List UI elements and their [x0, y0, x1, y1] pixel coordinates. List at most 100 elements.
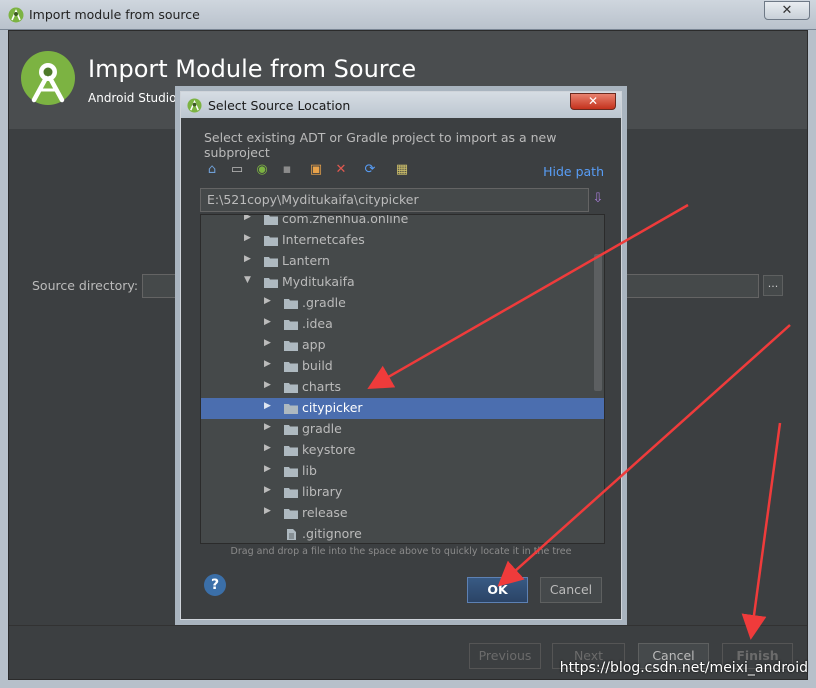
folder-icon	[264, 215, 278, 225]
collapsed-arrow-icon[interactable]: ▶	[264, 359, 274, 369]
page-subtitle: Android Studio	[88, 91, 177, 105]
expanded-arrow-icon[interactable]: ▼	[244, 275, 254, 285]
hide-path-link[interactable]: Hide path	[543, 164, 604, 179]
tree-item-label: lib	[302, 463, 317, 478]
module-icon[interactable]: ▪	[277, 160, 297, 180]
collapsed-arrow-icon[interactable]: ▶	[264, 506, 274, 516]
tree-folder-item[interactable]: ▶ charts	[201, 377, 604, 398]
tree-folder-item[interactable]: ▶ Internetcafes	[201, 230, 604, 251]
folder-icon	[284, 509, 298, 519]
tree-item-label: .gradle	[302, 295, 346, 310]
tree-folder-item[interactable]: ▶ Lantern	[201, 251, 604, 272]
desktop-icon[interactable]: ▭	[227, 160, 247, 180]
tree-item-label: build	[302, 358, 333, 373]
folder-icon	[284, 467, 298, 477]
source-directory-label: Source directory:	[32, 278, 139, 293]
tree-item-label: Internetcafes	[282, 232, 365, 247]
tree-folder-item[interactable]: ▶ build	[201, 356, 604, 377]
tree-item-label: library	[302, 484, 343, 499]
dialog-cancel-button[interactable]: Cancel	[540, 577, 602, 603]
android-project-icon[interactable]: ◉	[252, 160, 272, 180]
folder-icon	[284, 488, 298, 498]
tree-folder-item[interactable]: ▶ gradle	[201, 419, 604, 440]
file-icon	[287, 529, 296, 540]
path-input[interactable]: E:\521copy\Myditukaifa\citypicker	[200, 188, 589, 212]
collapsed-arrow-icon[interactable]: ▶	[244, 215, 254, 222]
tree-folder-item[interactable]: ▶ release	[201, 503, 604, 524]
tree-file-item[interactable]: .gitignore	[201, 524, 604, 543]
show-hidden-icon[interactable]: ▦	[392, 160, 412, 180]
tree-scrollbar-thumb[interactable]	[594, 254, 602, 391]
android-studio-icon	[8, 7, 24, 23]
dialog-close-button[interactable]: ✕	[570, 93, 616, 110]
folder-icon	[284, 446, 298, 456]
watermark: https://blog.csdn.net/meixi_android	[559, 660, 808, 676]
page-title: Import Module from Source	[88, 55, 417, 83]
tree-folder-item[interactable]: ▶ com.zhenhua.online	[201, 214, 604, 230]
refresh-icon[interactable]: ⟳	[360, 160, 380, 180]
tree-folder-item[interactable]: ▶ app	[201, 335, 604, 356]
tree-item-label: .gitignore	[302, 526, 362, 541]
folder-icon	[264, 257, 278, 267]
delete-icon[interactable]: ✕	[331, 160, 351, 180]
footer-divider	[9, 625, 807, 626]
tree-folder-item[interactable]: ▼ Myditukaifa	[201, 272, 604, 293]
tree-item-label: citypicker	[302, 400, 363, 415]
window-title: Import module from source	[29, 7, 200, 22]
tree-item-label: Myditukaifa	[282, 274, 355, 289]
ok-button[interactable]: OK	[467, 577, 528, 603]
help-button[interactable]: ?	[204, 574, 226, 596]
collapsed-arrow-icon[interactable]: ▶	[264, 401, 274, 411]
collapsed-arrow-icon[interactable]: ▶	[264, 380, 274, 390]
folder-icon	[284, 299, 298, 309]
tree-folder-item[interactable]: ▶ library	[201, 482, 604, 503]
tree-folder-item[interactable]: ▶ .idea	[201, 314, 604, 335]
frame-border	[808, 30, 816, 688]
collapsed-arrow-icon[interactable]: ▶	[244, 254, 254, 264]
folder-icon	[264, 278, 278, 288]
collapsed-arrow-icon[interactable]: ▶	[264, 338, 274, 348]
drag-drop-hint: Drag and drop a file into the space abov…	[230, 546, 572, 557]
android-studio-logo	[21, 51, 75, 105]
collapsed-arrow-icon[interactable]: ▶	[264, 464, 274, 474]
tree-folder-item[interactable]: ▶ .gradle	[201, 293, 604, 314]
tree-item-label: app	[302, 337, 326, 352]
collapsed-arrow-icon[interactable]: ▶	[264, 422, 274, 432]
tree-item-label: charts	[302, 379, 342, 394]
previous-button[interactable]: Previous	[469, 643, 541, 669]
tree-item-label: keystore	[302, 442, 356, 457]
collapsed-arrow-icon[interactable]: ▶	[264, 485, 274, 495]
tree-item-label: release	[302, 505, 348, 520]
tree-folder-item[interactable]: ▶ keystore	[201, 440, 604, 461]
folder-icon	[284, 362, 298, 372]
home-icon[interactable]: ⌂	[202, 160, 222, 180]
window-close-button[interactable]: ✕	[764, 1, 810, 20]
tree-item-label: com.zhenhua.online	[282, 214, 409, 226]
frame-border	[0, 30, 8, 688]
tree-folder-item[interactable]: ▶ citypicker	[201, 398, 604, 419]
dialog-titlebar: Select Source Location ✕	[181, 92, 621, 118]
tree-item-label: gradle	[302, 421, 342, 436]
tree-folder-item[interactable]: ▶ lib	[201, 461, 604, 482]
new-folder-icon[interactable]: ▣	[306, 160, 326, 180]
folder-icon	[284, 383, 298, 393]
folder-icon	[284, 320, 298, 330]
browse-button[interactable]: ...	[763, 275, 783, 296]
frame-border	[0, 680, 816, 688]
android-studio-icon	[187, 98, 202, 113]
path-history-icon[interactable]: ⇩	[589, 188, 607, 210]
file-tree[interactable]: ▶ com.zhenhua.online ▶ Internetcafes ▶ Lanter…	[200, 214, 605, 544]
tree-item-label: .idea	[302, 316, 333, 331]
collapsed-arrow-icon[interactable]: ▶	[264, 443, 274, 453]
collapsed-arrow-icon[interactable]: ▶	[264, 317, 274, 327]
folder-icon	[284, 404, 298, 414]
collapsed-arrow-icon[interactable]: ▶	[244, 233, 254, 243]
collapsed-arrow-icon[interactable]: ▶	[264, 296, 274, 306]
tree-item-label: Lantern	[282, 253, 330, 268]
dialog-title: Select Source Location	[208, 98, 351, 113]
folder-icon	[284, 425, 298, 435]
folder-icon	[264, 236, 278, 246]
window-titlebar: Import module from source ✕	[0, 0, 816, 30]
folder-icon	[284, 341, 298, 351]
dialog-description: Select existing ADT or Gradle project to…	[204, 130, 557, 160]
